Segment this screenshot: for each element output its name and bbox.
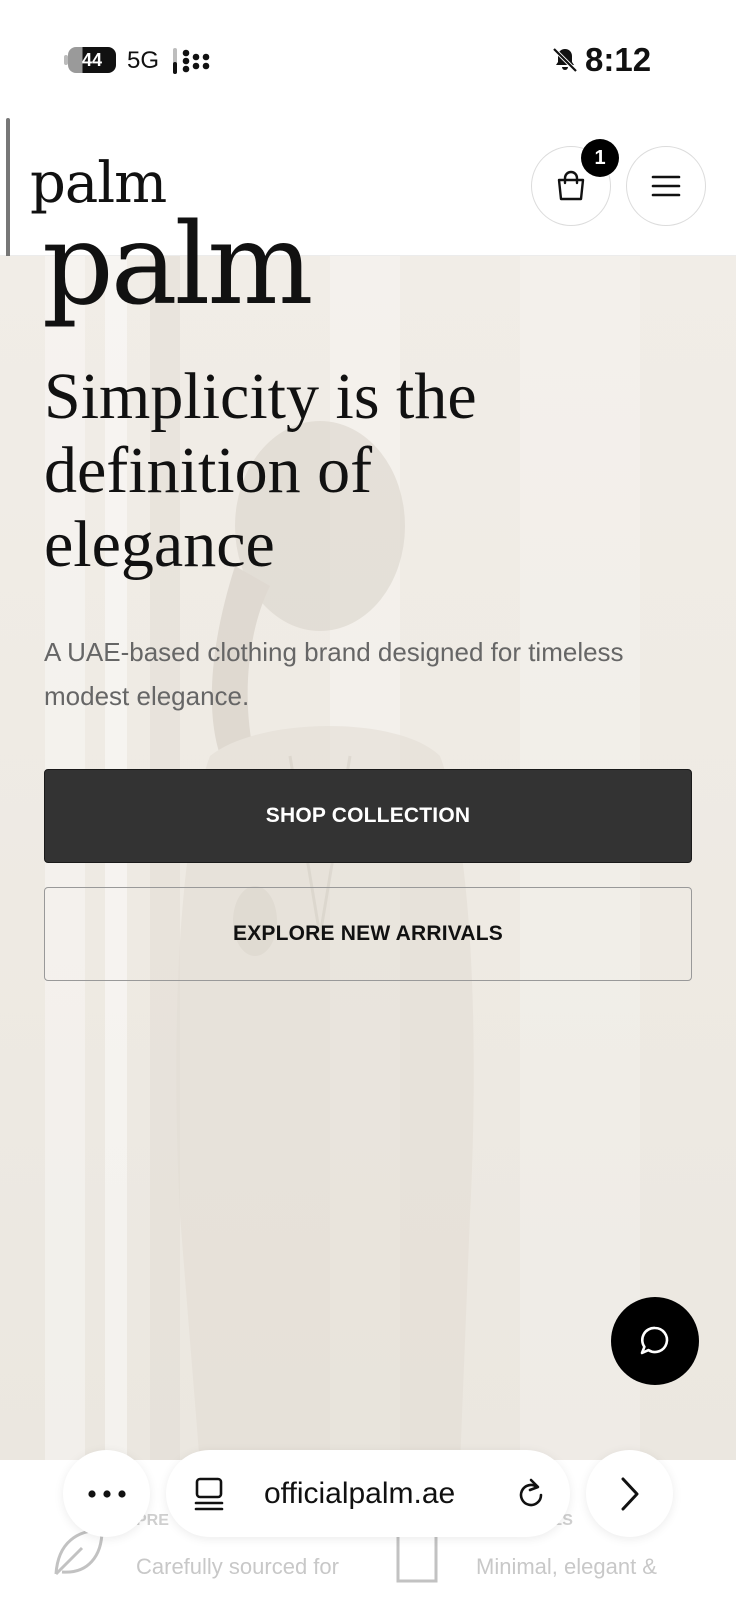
- network-type: 5G: [127, 47, 160, 74]
- forward-chevron-icon: [621, 1477, 638, 1510]
- chat-button[interactable]: [611, 1297, 699, 1385]
- hamburger-menu-icon: [651, 175, 681, 197]
- explore-new-arrivals-button[interactable]: EXPLORE NEW ARRIVALS: [44, 887, 692, 981]
- hero-title: Simplicity is the definition of elegance: [44, 360, 477, 581]
- address-url[interactable]: officialpalm.ae: [264, 1472, 455, 1516]
- clock: 8:12: [585, 41, 652, 78]
- more-dots-icon: [87, 1489, 126, 1498]
- shopping-bag-icon: [557, 170, 585, 201]
- scroll-indicator: [6, 118, 10, 270]
- battery-icon: 44: [68, 47, 116, 73]
- signal-icon: [173, 48, 210, 74]
- hero-logo: palm: [42, 200, 313, 330]
- feature-text: Minimal, elegant &: [476, 1554, 657, 1579]
- bell-muted-icon: [552, 47, 578, 73]
- feature-text: Carefully sourced for: [136, 1554, 339, 1579]
- tab-view-icon[interactable]: [193, 1476, 225, 1512]
- browser-forward-button[interactable]: [586, 1450, 673, 1537]
- browser-more-button[interactable]: [63, 1450, 150, 1537]
- cart-count-badge: 1: [581, 139, 619, 177]
- reload-icon[interactable]: [515, 1477, 547, 1511]
- hero-subtitle: A UAE-based clothing brand designed for …: [44, 637, 624, 711]
- shop-collection-button[interactable]: SHOP COLLECTION: [44, 769, 692, 863]
- chat-bubble-icon: [640, 1326, 669, 1355]
- menu-button[interactable]: [626, 146, 706, 226]
